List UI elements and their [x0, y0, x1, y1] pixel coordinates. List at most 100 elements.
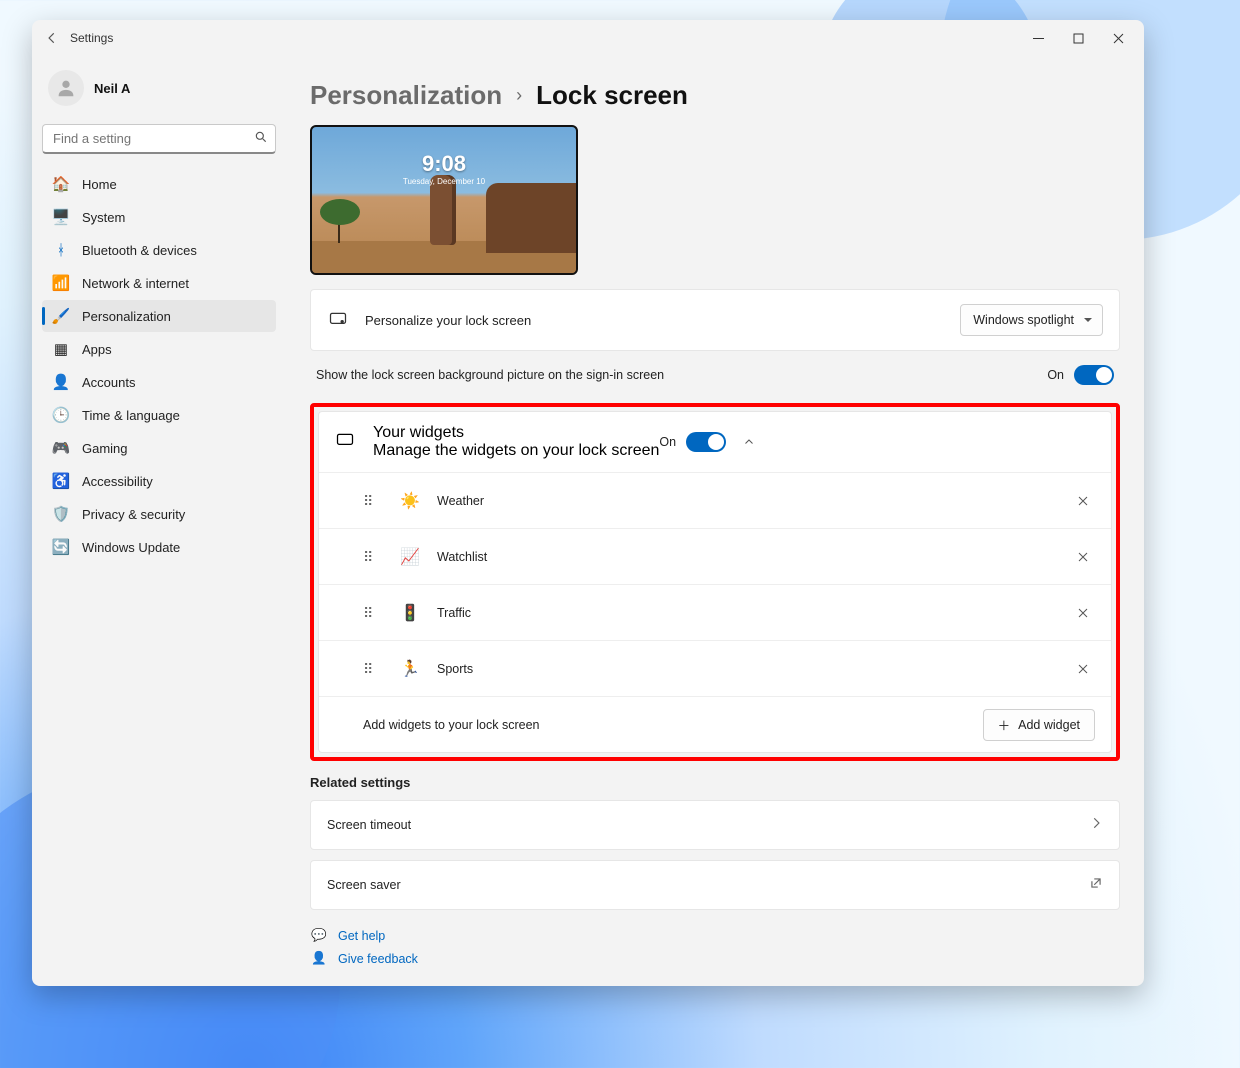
sidebar-item-label: Privacy & security: [82, 507, 185, 522]
bluetooth-icon: ᚼ: [52, 241, 70, 259]
plus-icon: ＋: [998, 715, 1011, 734]
related-screen-timeout[interactable]: Screen timeout: [310, 800, 1120, 850]
weather-icon: ☀️: [399, 490, 421, 512]
maximize-button[interactable]: [1058, 22, 1098, 54]
lockscreen-preview[interactable]: 9:08 Tuesday, December 10: [310, 125, 578, 275]
maximize-icon: [1073, 33, 1084, 44]
update-icon: 🔄: [52, 538, 70, 556]
widgets-card: Your widgets Manage the widgets on your …: [318, 411, 1112, 753]
remove-widget-button[interactable]: [1071, 601, 1095, 625]
close-button[interactable]: [1098, 22, 1138, 54]
drag-handle-icon[interactable]: ⠿: [363, 666, 381, 672]
widget-row-watchlist: ⠿ 📈 Watchlist: [319, 528, 1111, 584]
sidebar-item-bluetooth[interactable]: ᚼBluetooth & devices: [42, 234, 276, 266]
settings-window: Settings Neil A 🏠 Home 🖥️ System ᚼBluetooth …: [32, 20, 1144, 986]
signin-bg-row: Show the lock screen background picture …: [310, 351, 1120, 399]
add-widget-caption: Add widgets to your lock screen: [363, 718, 983, 732]
sidebar-item-label: System: [82, 210, 125, 225]
breadcrumb: Personalization › Lock screen: [310, 80, 1120, 111]
widgets-state: On: [659, 435, 676, 449]
add-widget-button-label: Add widget: [1018, 718, 1080, 732]
avatar: [48, 70, 84, 106]
widgets-header[interactable]: Your widgets Manage the widgets on your …: [319, 412, 1111, 472]
sidebar-item-update[interactable]: 🔄Windows Update: [42, 531, 276, 563]
back-button[interactable]: [38, 24, 66, 52]
profile-block[interactable]: Neil A: [42, 64, 276, 124]
time-icon: 🕒: [52, 406, 70, 424]
privacy-icon: 🛡️: [52, 505, 70, 523]
accessibility-icon: ♿: [52, 472, 70, 490]
main-content: Personalization › Lock screen 9:08 Tuesd…: [286, 56, 1144, 986]
system-icon: 🖥️: [52, 208, 70, 226]
drag-handle-icon[interactable]: ⠿: [363, 554, 381, 560]
related-label: Screen saver: [327, 878, 1089, 892]
annotation-highlight: Your widgets Manage the widgets on your …: [310, 403, 1120, 761]
sidebar-item-label: Network & internet: [82, 276, 189, 291]
nav-list: 🏠 Home 🖥️ System ᚼBluetooth & devices 📶 Networ…: [42, 168, 276, 563]
drag-handle-icon[interactable]: ⠿: [363, 610, 381, 616]
widget-name: Sports: [437, 662, 1071, 676]
widgets-title: Your widgets: [373, 424, 659, 442]
widgets-subtitle: Manage the widgets on your lock screen: [373, 442, 659, 460]
add-widget-button[interactable]: ＋ Add widget: [983, 709, 1095, 741]
related-label: Screen timeout: [327, 818, 1089, 832]
footer-links: 💬 Get help 👤 Give feedback: [310, 928, 1120, 966]
add-widget-row: Add widgets to your lock screen ＋ Add wi…: [319, 696, 1111, 752]
signin-bg-label: Show the lock screen background picture …: [316, 368, 1047, 382]
search-box: [42, 124, 276, 154]
chevron-right-icon: [1089, 816, 1103, 830]
remove-widget-button[interactable]: [1071, 489, 1095, 513]
related-screen-saver[interactable]: Screen saver: [310, 860, 1120, 910]
give-feedback-link[interactable]: 👤 Give feedback: [310, 951, 1120, 966]
titlebar: Settings: [32, 20, 1144, 56]
widget-name: Weather: [437, 494, 1071, 508]
sidebar-item-apps[interactable]: ▦ Apps: [42, 333, 276, 365]
personalize-card: Personalize your lock screen Windows spo…: [310, 289, 1120, 351]
widget-name: Watchlist: [437, 550, 1071, 564]
sidebar-item-label: Time & language: [82, 408, 180, 423]
sidebar-item-privacy[interactable]: 🛡️ Privacy & security: [42, 498, 276, 530]
personalize-label: Personalize your lock screen: [365, 313, 960, 328]
sidebar-item-gaming[interactable]: 🎮Gaming: [42, 432, 276, 464]
sidebar-item-network[interactable]: 📶 Network & internet: [42, 267, 276, 299]
widget-row-weather: ⠿ ☀️ Weather: [319, 472, 1111, 528]
sidebar-item-label: Personalization: [82, 309, 171, 324]
sidebar-item-personalization[interactable]: 🖌️ Personalization: [42, 300, 276, 332]
accounts-icon: 👤: [52, 373, 70, 391]
sidebar-item-label: Home: [82, 177, 117, 192]
minimize-button[interactable]: [1018, 22, 1058, 54]
search-input[interactable]: [42, 124, 276, 154]
get-help-label: Get help: [338, 929, 385, 943]
sidebar: Neil A 🏠 Home 🖥️ System ᚼBluetooth & devices…: [32, 56, 286, 986]
personalize-dropdown[interactable]: Windows spotlight: [960, 304, 1103, 336]
sidebar-item-home[interactable]: 🏠 Home: [42, 168, 276, 200]
monitor-icon: [327, 309, 349, 331]
sidebar-item-label: Apps: [82, 342, 112, 357]
drag-handle-icon[interactable]: ⠿: [363, 498, 381, 504]
search-icon: [254, 130, 268, 149]
expand-chevron-up-icon[interactable]: [740, 433, 758, 451]
related-settings-heading: Related settings: [310, 775, 1120, 790]
sidebar-item-accounts[interactable]: 👤Accounts: [42, 366, 276, 398]
remove-widget-button[interactable]: [1071, 657, 1095, 681]
sidebar-item-system[interactable]: 🖥️ System: [42, 201, 276, 233]
preview-clock: 9:08: [312, 151, 576, 177]
remove-widget-button[interactable]: [1071, 545, 1095, 569]
apps-icon: ▦: [52, 340, 70, 358]
widgets-toggle[interactable]: [686, 432, 726, 452]
signin-bg-toggle[interactable]: [1074, 365, 1114, 385]
sidebar-item-time[interactable]: 🕒 Time & language: [42, 399, 276, 431]
get-help-link[interactable]: 💬 Get help: [310, 928, 1120, 943]
breadcrumb-parent[interactable]: Personalization: [310, 80, 502, 111]
person-icon: [55, 77, 77, 99]
give-feedback-label: Give feedback: [338, 952, 418, 966]
network-icon: 📶: [52, 274, 70, 292]
widget-row-sports: ⠿ 🏃 Sports: [319, 640, 1111, 696]
personalization-icon: 🖌️: [52, 307, 70, 325]
sidebar-item-accessibility[interactable]: ♿Accessibility: [42, 465, 276, 497]
watchlist-icon: 📈: [399, 546, 421, 568]
preview-date: Tuesday, December 10: [312, 177, 576, 186]
home-icon: 🏠: [52, 175, 70, 193]
breadcrumb-current: Lock screen: [536, 80, 688, 111]
signin-bg-state: On: [1047, 368, 1064, 382]
